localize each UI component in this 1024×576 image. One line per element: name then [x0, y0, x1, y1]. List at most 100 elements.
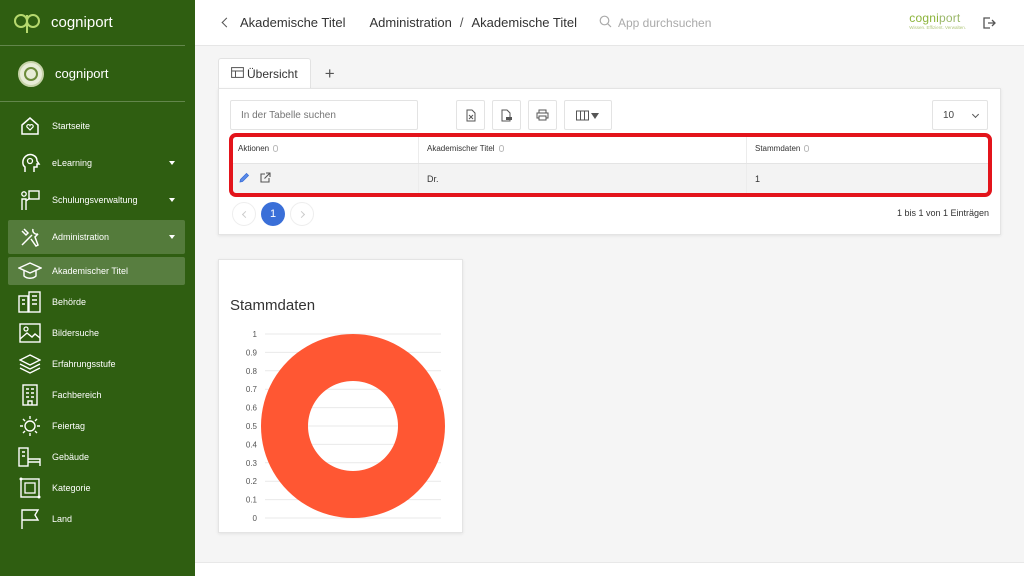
footer	[195, 562, 1024, 576]
sidebar-item-bildersuche[interactable]: Bildersuche	[8, 319, 185, 347]
sidebar-item-gebaeude[interactable]: Gebäude	[8, 443, 185, 471]
sidebar-item-label: Akademischer Titel	[52, 266, 129, 276]
sidebar-item-label: Startseite	[52, 121, 91, 131]
printer-icon	[536, 109, 549, 121]
breadcrumb-item: Akademische Titel	[471, 15, 578, 30]
sidebar-item-label: Erfahrungsstufe	[52, 359, 116, 369]
y-tick-label: 0	[253, 514, 258, 523]
sidebar: cogniport cogniport Startseite eLearning…	[0, 0, 195, 576]
bed-building-icon	[18, 445, 42, 469]
y-tick-label: 0.8	[246, 367, 258, 376]
breadcrumb-separator: /	[459, 15, 464, 30]
app-search[interactable]: App durchsuchen	[599, 15, 711, 31]
layers-icon	[18, 352, 42, 376]
sidebar-item-fachbereich[interactable]: Fachbereich	[8, 381, 185, 409]
rows-per-page-value: 10	[943, 110, 955, 121]
sidebar-item-label: Feiertag	[52, 421, 86, 431]
table-card: 10 Aktionen Akademischer Titel Stammdate…	[218, 88, 1001, 235]
user-name: cogniport	[55, 66, 109, 81]
y-tick-label: 0.1	[246, 496, 258, 505]
flag-icon	[18, 507, 42, 531]
logo-text-a: cogni	[909, 11, 939, 25]
pagination-info: 1 bis 1 von 1 Einträgen	[896, 208, 989, 218]
sidebar-item-label: Bildersuche	[52, 328, 100, 338]
sidebar-nav: Startseite eLearning Schulungsverwaltung…	[0, 102, 195, 533]
gear-head-icon	[18, 151, 42, 175]
brand[interactable]: cogniport	[0, 0, 185, 46]
logout-icon[interactable]	[982, 16, 996, 35]
tab-label: Übersicht	[247, 67, 298, 81]
page-button-current[interactable]: 1	[261, 202, 285, 226]
sidebar-item-label: Land	[52, 514, 73, 524]
sidebar-item-feiertag[interactable]: Feiertag	[8, 412, 185, 440]
print-button[interactable]	[528, 100, 557, 130]
chevron-down-icon	[169, 161, 175, 165]
previous-page-button[interactable]	[232, 202, 256, 226]
sidebar-item-label: Administration	[52, 232, 110, 242]
pdf-file-icon	[501, 109, 512, 121]
logo-tagline: Wissen. Effizient. Verwalten.	[909, 25, 966, 30]
table-search-input[interactable]	[230, 100, 418, 130]
tab-overview[interactable]: Übersicht	[218, 58, 311, 89]
sidebar-item-label: eLearning	[52, 158, 93, 168]
sidebar-item-label: Schulungsverwaltung	[52, 195, 138, 205]
breadcrumb-item[interactable]: Administration	[370, 15, 452, 30]
sidebar-item-administration[interactable]: Administration	[8, 220, 185, 254]
columns-icon	[576, 110, 599, 120]
y-tick-label: 0.2	[246, 477, 258, 486]
presenter-board-icon	[18, 188, 42, 212]
graduation-cap-icon	[18, 259, 42, 283]
sidebar-item-label: Fachbereich	[52, 390, 102, 400]
chevron-down-icon	[169, 198, 175, 202]
export-pdf-button[interactable]	[492, 100, 521, 130]
table-icon	[231, 67, 247, 81]
next-page-button[interactable]	[290, 202, 314, 226]
y-tick-label: 0.3	[246, 459, 258, 468]
avatar	[18, 60, 44, 87]
sun-icon	[18, 414, 42, 438]
sidebar-item-land[interactable]: Land	[8, 505, 185, 533]
y-tick-label: 0.9	[246, 348, 258, 357]
home-heart-icon	[18, 114, 42, 138]
rows-per-page-select[interactable]: 10	[932, 100, 988, 130]
sidebar-item-behoerde[interactable]: Behörde	[8, 288, 185, 316]
tab-bar: Übersicht +	[218, 58, 337, 89]
sidebar-item-label: Behörde	[52, 297, 87, 307]
user-profile[interactable]: cogniport	[0, 46, 185, 102]
search-input[interactable]: App durchsuchen	[618, 16, 711, 30]
buildings-icon	[18, 290, 42, 314]
export-excel-button[interactable]	[456, 100, 485, 130]
sidebar-item-akademischer-titel[interactable]: Akademischer Titel	[8, 257, 185, 285]
building-icon	[18, 383, 42, 407]
category-box-icon	[18, 476, 42, 500]
image-icon	[18, 321, 42, 345]
y-tick-label: 1	[253, 330, 258, 339]
sidebar-item-kategorie[interactable]: Kategorie	[8, 474, 185, 502]
add-tab-button[interactable]: +	[323, 58, 337, 89]
breadcrumb: Administration / Akademische Titel	[370, 15, 578, 30]
page-title: Akademische Titel	[240, 15, 346, 30]
search-icon	[599, 15, 618, 31]
y-tick-label: 0.4	[246, 440, 258, 449]
donut-chart: 1 0.9 0.8 0.7 0.6 0.5 0.4 0.3 0.2 0.1 0	[246, 330, 445, 523]
chart-card: Stammdaten 1 0.9 0.8 0.7 0.6 0.5 0.4 0.3 0.2 0.1 0	[218, 259, 463, 533]
chevron-down-icon	[169, 235, 175, 239]
pagination: 1	[232, 202, 314, 226]
sidebar-item-label: Gebäude	[52, 452, 90, 462]
y-tick-label: 0.7	[246, 385, 258, 394]
sidebar-item-schulungsverwaltung[interactable]: Schulungsverwaltung	[8, 183, 185, 217]
sidebar-item-label: Kategorie	[52, 483, 91, 493]
back-chevron-icon[interactable]	[221, 17, 232, 28]
sidebar-item-erfahrungsstufe[interactable]: Erfahrungsstufe	[8, 350, 185, 378]
brand-name: cogniport	[51, 14, 113, 31]
sidebar-item-elearning[interactable]: eLearning	[8, 146, 185, 180]
tools-icon	[18, 225, 42, 249]
excel-file-icon	[466, 109, 475, 121]
y-tick-label: 0.6	[246, 404, 258, 413]
y-tick-label: 0.5	[246, 422, 258, 431]
sidebar-item-startseite[interactable]: Startseite	[8, 109, 185, 143]
cogniport-logo-icon	[14, 12, 40, 34]
highlight-box	[229, 133, 992, 197]
column-visibility-button[interactable]	[564, 100, 612, 130]
cogniport-brand-logo: cogniport Wissen. Effizient. Verwalten.	[909, 12, 966, 30]
